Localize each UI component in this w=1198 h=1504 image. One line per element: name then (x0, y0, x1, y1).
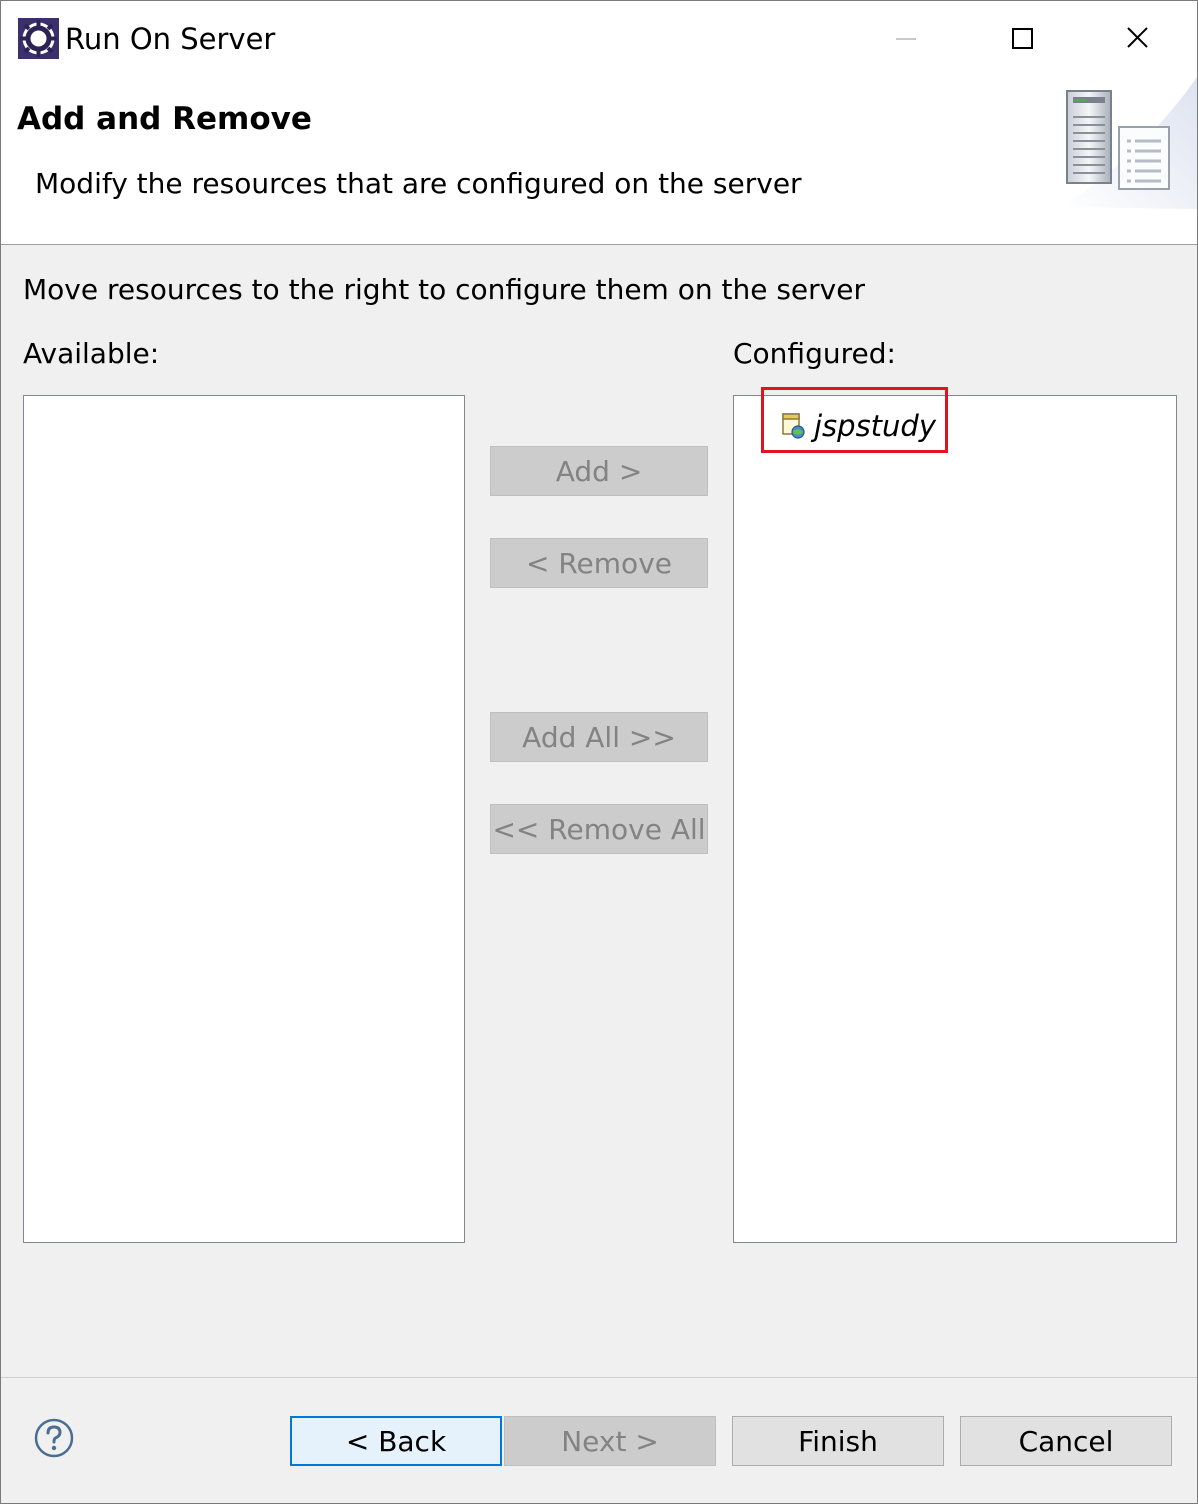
available-list[interactable] (23, 395, 465, 1243)
maximize-icon (1012, 28, 1033, 49)
add-button[interactable]: Add > (490, 446, 708, 496)
available-label: Available: (23, 337, 160, 370)
back-button[interactable]: < Back (290, 1416, 502, 1466)
finish-button[interactable]: Finish (732, 1416, 944, 1466)
minimize-button[interactable] (851, 9, 961, 69)
window-title: Run On Server (65, 22, 276, 56)
configured-list[interactable]: jspstudy (733, 395, 1177, 1243)
configured-label: Configured: (733, 337, 896, 370)
run-on-server-dialog: Run On Server Add and Remove Modify the … (0, 0, 1198, 1504)
footer-separator (1, 1377, 1197, 1378)
next-button[interactable]: Next > (504, 1416, 716, 1466)
minimize-icon (896, 38, 916, 40)
cancel-button[interactable]: Cancel (960, 1416, 1172, 1466)
close-icon (1127, 27, 1148, 48)
eclipse-app-icon (18, 18, 59, 59)
configured-item-jspstudy[interactable]: jspstudy (780, 406, 936, 446)
server-wizard-icon (1041, 77, 1197, 209)
list-item-label: jspstudy (814, 409, 937, 443)
help-icon[interactable] (33, 1417, 75, 1459)
remove-button[interactable]: < Remove (490, 538, 708, 588)
banner-separator (1, 244, 1197, 245)
title-bar: Run On Server (1, 1, 1197, 77)
page-description: Modify the resources that are configured… (35, 167, 802, 200)
remove-all-button[interactable]: << Remove All (490, 804, 708, 854)
web-project-icon (780, 411, 808, 441)
close-button[interactable] (1083, 9, 1193, 69)
page-title: Add and Remove (17, 101, 312, 137)
wizard-banner: Add and Remove Modify the resources that… (1, 77, 1197, 244)
instruction-text: Move resources to the right to configure… (23, 273, 865, 306)
add-all-button[interactable]: Add All >> (490, 712, 708, 762)
maximize-button[interactable] (967, 9, 1077, 69)
